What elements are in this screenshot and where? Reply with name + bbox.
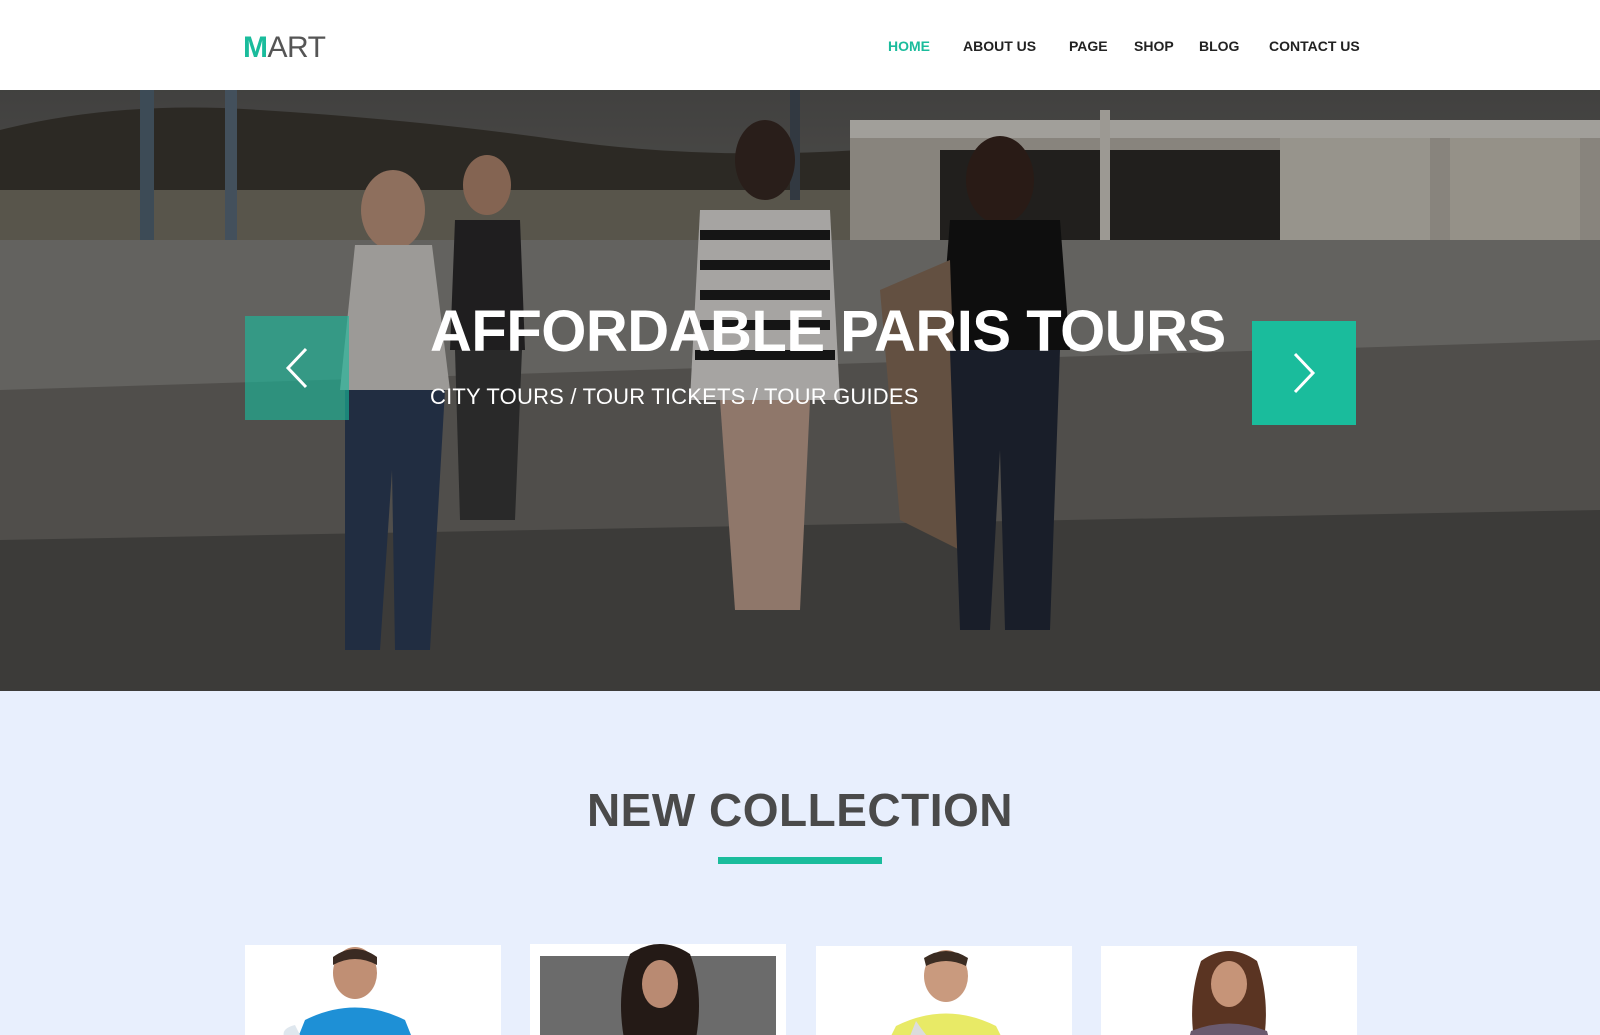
nav-home[interactable]: HOME [888, 38, 930, 54]
site-header: MART HOME ABOUT US PAGE SHOP BLOG CONTAC… [0, 0, 1600, 90]
nav-about-us[interactable]: ABOUT US [963, 38, 1036, 54]
product-image-woman-dark-hair [540, 944, 776, 1035]
main-nav: HOME ABOUT US PAGE SHOP BLOG CONTACT US [0, 38, 1600, 58]
hero-subtitle: CITY TOURS / TOUR TICKETS / TOUR GUIDES [430, 384, 919, 409]
product-image-man-blue-shirt [283, 947, 411, 1035]
product-image-woman-patterned-top [1189, 951, 1269, 1035]
product-card[interactable] [530, 944, 786, 1035]
title-divider [718, 857, 882, 864]
product-card[interactable] [816, 946, 1072, 1035]
nav-shop[interactable]: SHOP [1134, 38, 1174, 54]
slider-prev-button[interactable] [245, 316, 349, 420]
nav-page[interactable]: PAGE [1069, 38, 1108, 54]
nav-contact-us[interactable]: CONTACT US [1269, 38, 1360, 54]
chevron-right-icon [1293, 352, 1316, 394]
chevron-left-icon [285, 347, 308, 389]
nav-blog[interactable]: BLOG [1199, 38, 1239, 54]
product-card[interactable] [1101, 946, 1357, 1035]
section-title: NEW COLLECTION [586, 784, 1014, 836]
slider-next-button[interactable] [1252, 321, 1356, 425]
new-collection-section: NEW COLLECTION [0, 691, 1600, 1035]
product-card[interactable] [245, 945, 501, 1035]
hero-slider: AFFORDABLE PARIS TOURS CITY TOURS / TOUR… [0, 90, 1600, 691]
product-image-man-yellow-shirt [891, 950, 1001, 1035]
hero-title: AFFORDABLE PARIS TOURS [430, 299, 1226, 364]
